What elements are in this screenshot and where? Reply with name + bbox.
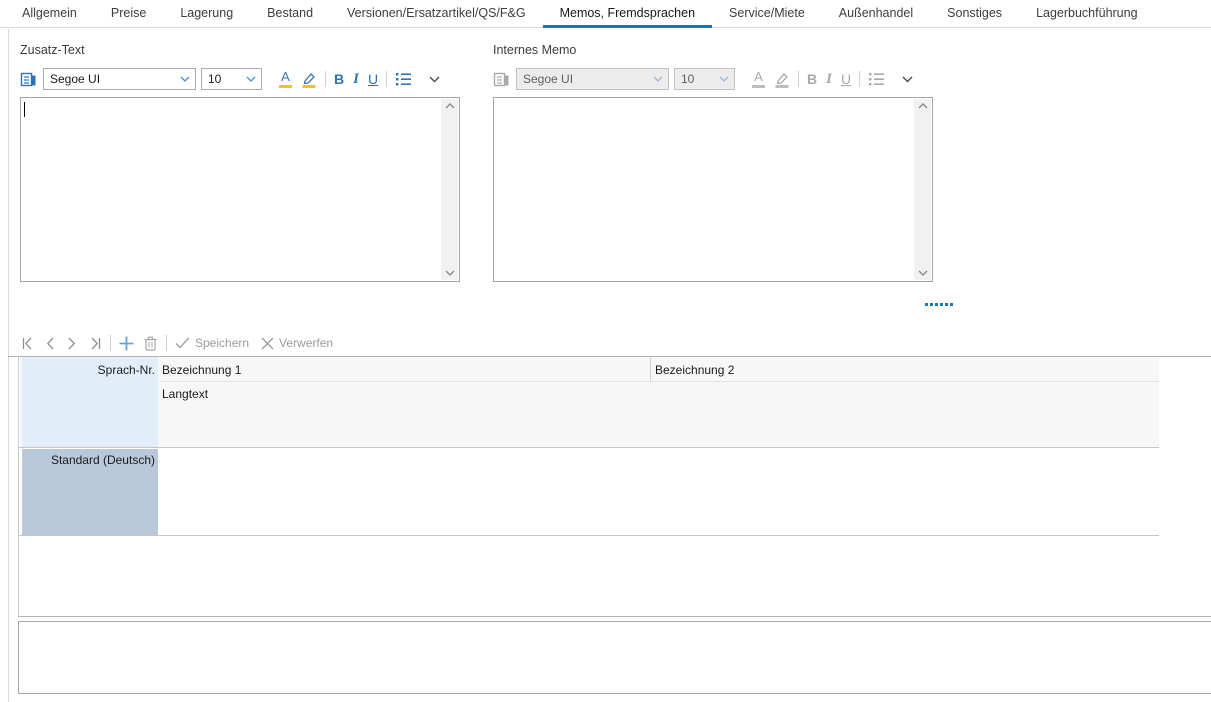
font-size-select[interactable]: 10 [201, 68, 262, 90]
column-header-bezeichnung2[interactable]: Bezeichnung 2 [655, 363, 734, 377]
discard-x-icon[interactable] [261, 337, 274, 350]
bullet-list-button[interactable] [395, 72, 412, 86]
zusatz-text-label: Zusatz-Text [20, 43, 85, 57]
chevron-down-icon [653, 76, 663, 82]
row-header-language[interactable]: Standard (Deutsch) [22, 449, 158, 535]
discard-button[interactable]: Verwerfen [279, 336, 333, 350]
font-color-button[interactable]: A [279, 70, 292, 88]
column-separator [650, 358, 651, 381]
language-grid: Sprach-Nr. Bezeichnung 1 Bezeichnung 2 L… [18, 357, 1211, 616]
toolbar-separator [386, 71, 387, 87]
scroll-down-icon [918, 270, 928, 276]
font-family-select-disabled: Segoe UI [516, 68, 669, 90]
header-bottom-border [19, 447, 1159, 448]
memo-scrollbar[interactable] [914, 99, 931, 280]
zusatz-scrollbar[interactable] [441, 99, 458, 280]
font-size-value: 10 [208, 72, 221, 86]
zusatz-text-area[interactable] [20, 97, 460, 282]
italic-button[interactable]: I [353, 72, 359, 86]
save-check-icon[interactable] [175, 337, 190, 349]
internes-memo-editor: Internes Memo Segoe UI 10 A [493, 40, 933, 285]
chevron-down-icon [246, 76, 256, 82]
toolbar-separator [110, 335, 111, 351]
tab-memos-fremdsprachen[interactable]: Memos, Fremdsprachen [543, 0, 712, 27]
font-family-value: Segoe UI [50, 72, 100, 86]
font-size-value: 10 [681, 72, 694, 86]
column-header-bezeichnung1[interactable]: Bezeichnung 1 [162, 363, 241, 377]
more-options-chevron-icon[interactable] [902, 76, 913, 83]
toolbar-separator [859, 71, 860, 87]
internes-memo-area [493, 97, 933, 282]
tab-bestand[interactable]: Bestand [250, 0, 330, 27]
font-family-value: Segoe UI [523, 72, 573, 86]
last-record-button[interactable] [88, 337, 102, 350]
text-caret [24, 102, 25, 117]
zusatz-text-toolbar: Segoe UI 10 A B I U [20, 67, 460, 91]
internes-memo-toolbar: Segoe UI 10 A B I U [493, 67, 933, 91]
bold-button-disabled: B [807, 72, 817, 86]
tab-allgemein[interactable]: Allgemein [5, 0, 94, 27]
tab-aussenhandel[interactable]: Außenhandel [822, 0, 930, 27]
toolbar-separator [325, 71, 326, 87]
italic-button-disabled: I [826, 72, 832, 86]
font-color-bar [279, 85, 292, 88]
internes-memo-label: Internes Memo [493, 43, 576, 57]
zusatz-text-editor: Zusatz-Text Segoe UI 10 A [20, 40, 460, 285]
toolbar-separator [166, 335, 167, 351]
scroll-down-icon [445, 270, 455, 276]
add-record-button[interactable] [119, 336, 134, 351]
bold-button[interactable]: B [334, 72, 344, 86]
save-button[interactable]: Speichern [195, 336, 249, 350]
grid-bottom-border [18, 616, 1211, 617]
tab-versionen-ersatzartikel[interactable]: Versionen/Ersatzartikel/QS/F&G [330, 0, 543, 27]
text-snippet-icon [493, 71, 510, 88]
tab-preise[interactable]: Preise [94, 0, 163, 27]
tab-service-miete[interactable]: Service/Miete [712, 0, 822, 27]
splitter-dots-handle[interactable] [925, 303, 953, 306]
highlight-color-button[interactable] [301, 71, 317, 88]
record-toolbar: Speichern Verwerfen [21, 331, 333, 355]
tab-lagerung[interactable]: Lagerung [163, 0, 250, 27]
chevron-down-icon [719, 76, 729, 82]
text-snippet-icon[interactable] [20, 71, 37, 88]
delete-record-button[interactable] [143, 335, 158, 351]
grid-header: Sprach-Nr. Bezeichnung 1 Bezeichnung 2 L… [20, 357, 1159, 447]
column-header-sprach-nr[interactable]: Sprach-Nr. [22, 357, 158, 447]
scroll-up-icon [445, 103, 455, 109]
font-color-bar [752, 85, 765, 88]
font-color-glyph: A [754, 70, 763, 84]
bullet-list-button-disabled [868, 72, 885, 86]
previous-record-button[interactable] [45, 337, 55, 350]
tab-bar: Allgemein Preise Lagerung Bestand Versio… [0, 0, 1211, 28]
langtext-edit-box[interactable] [18, 621, 1211, 694]
scroll-up-icon [918, 103, 928, 109]
tab-sonstiges[interactable]: Sonstiges [930, 0, 1019, 27]
row-bottom-border [19, 535, 1159, 536]
table-row[interactable]: Standard (Deutsch) [20, 449, 1159, 535]
first-record-button[interactable] [21, 337, 35, 350]
highlight-color-button-disabled [774, 71, 790, 88]
panel-left-border [8, 29, 9, 702]
font-color-button-disabled: A [752, 70, 765, 88]
font-color-glyph: A [281, 70, 290, 84]
next-record-button[interactable] [67, 337, 77, 350]
column-header-langtext[interactable]: Langtext [162, 387, 208, 401]
more-options-chevron-icon[interactable] [429, 76, 440, 83]
font-size-select-disabled: 10 [674, 68, 735, 90]
font-family-select[interactable]: Segoe UI [43, 68, 196, 90]
underline-button[interactable]: U [368, 72, 378, 86]
chevron-down-icon [180, 76, 190, 82]
tab-lagerbuchfuehrung[interactable]: Lagerbuchführung [1019, 0, 1154, 27]
header-row-divider [159, 381, 1159, 382]
underline-button-disabled: U [841, 72, 851, 86]
toolbar-separator [798, 71, 799, 87]
